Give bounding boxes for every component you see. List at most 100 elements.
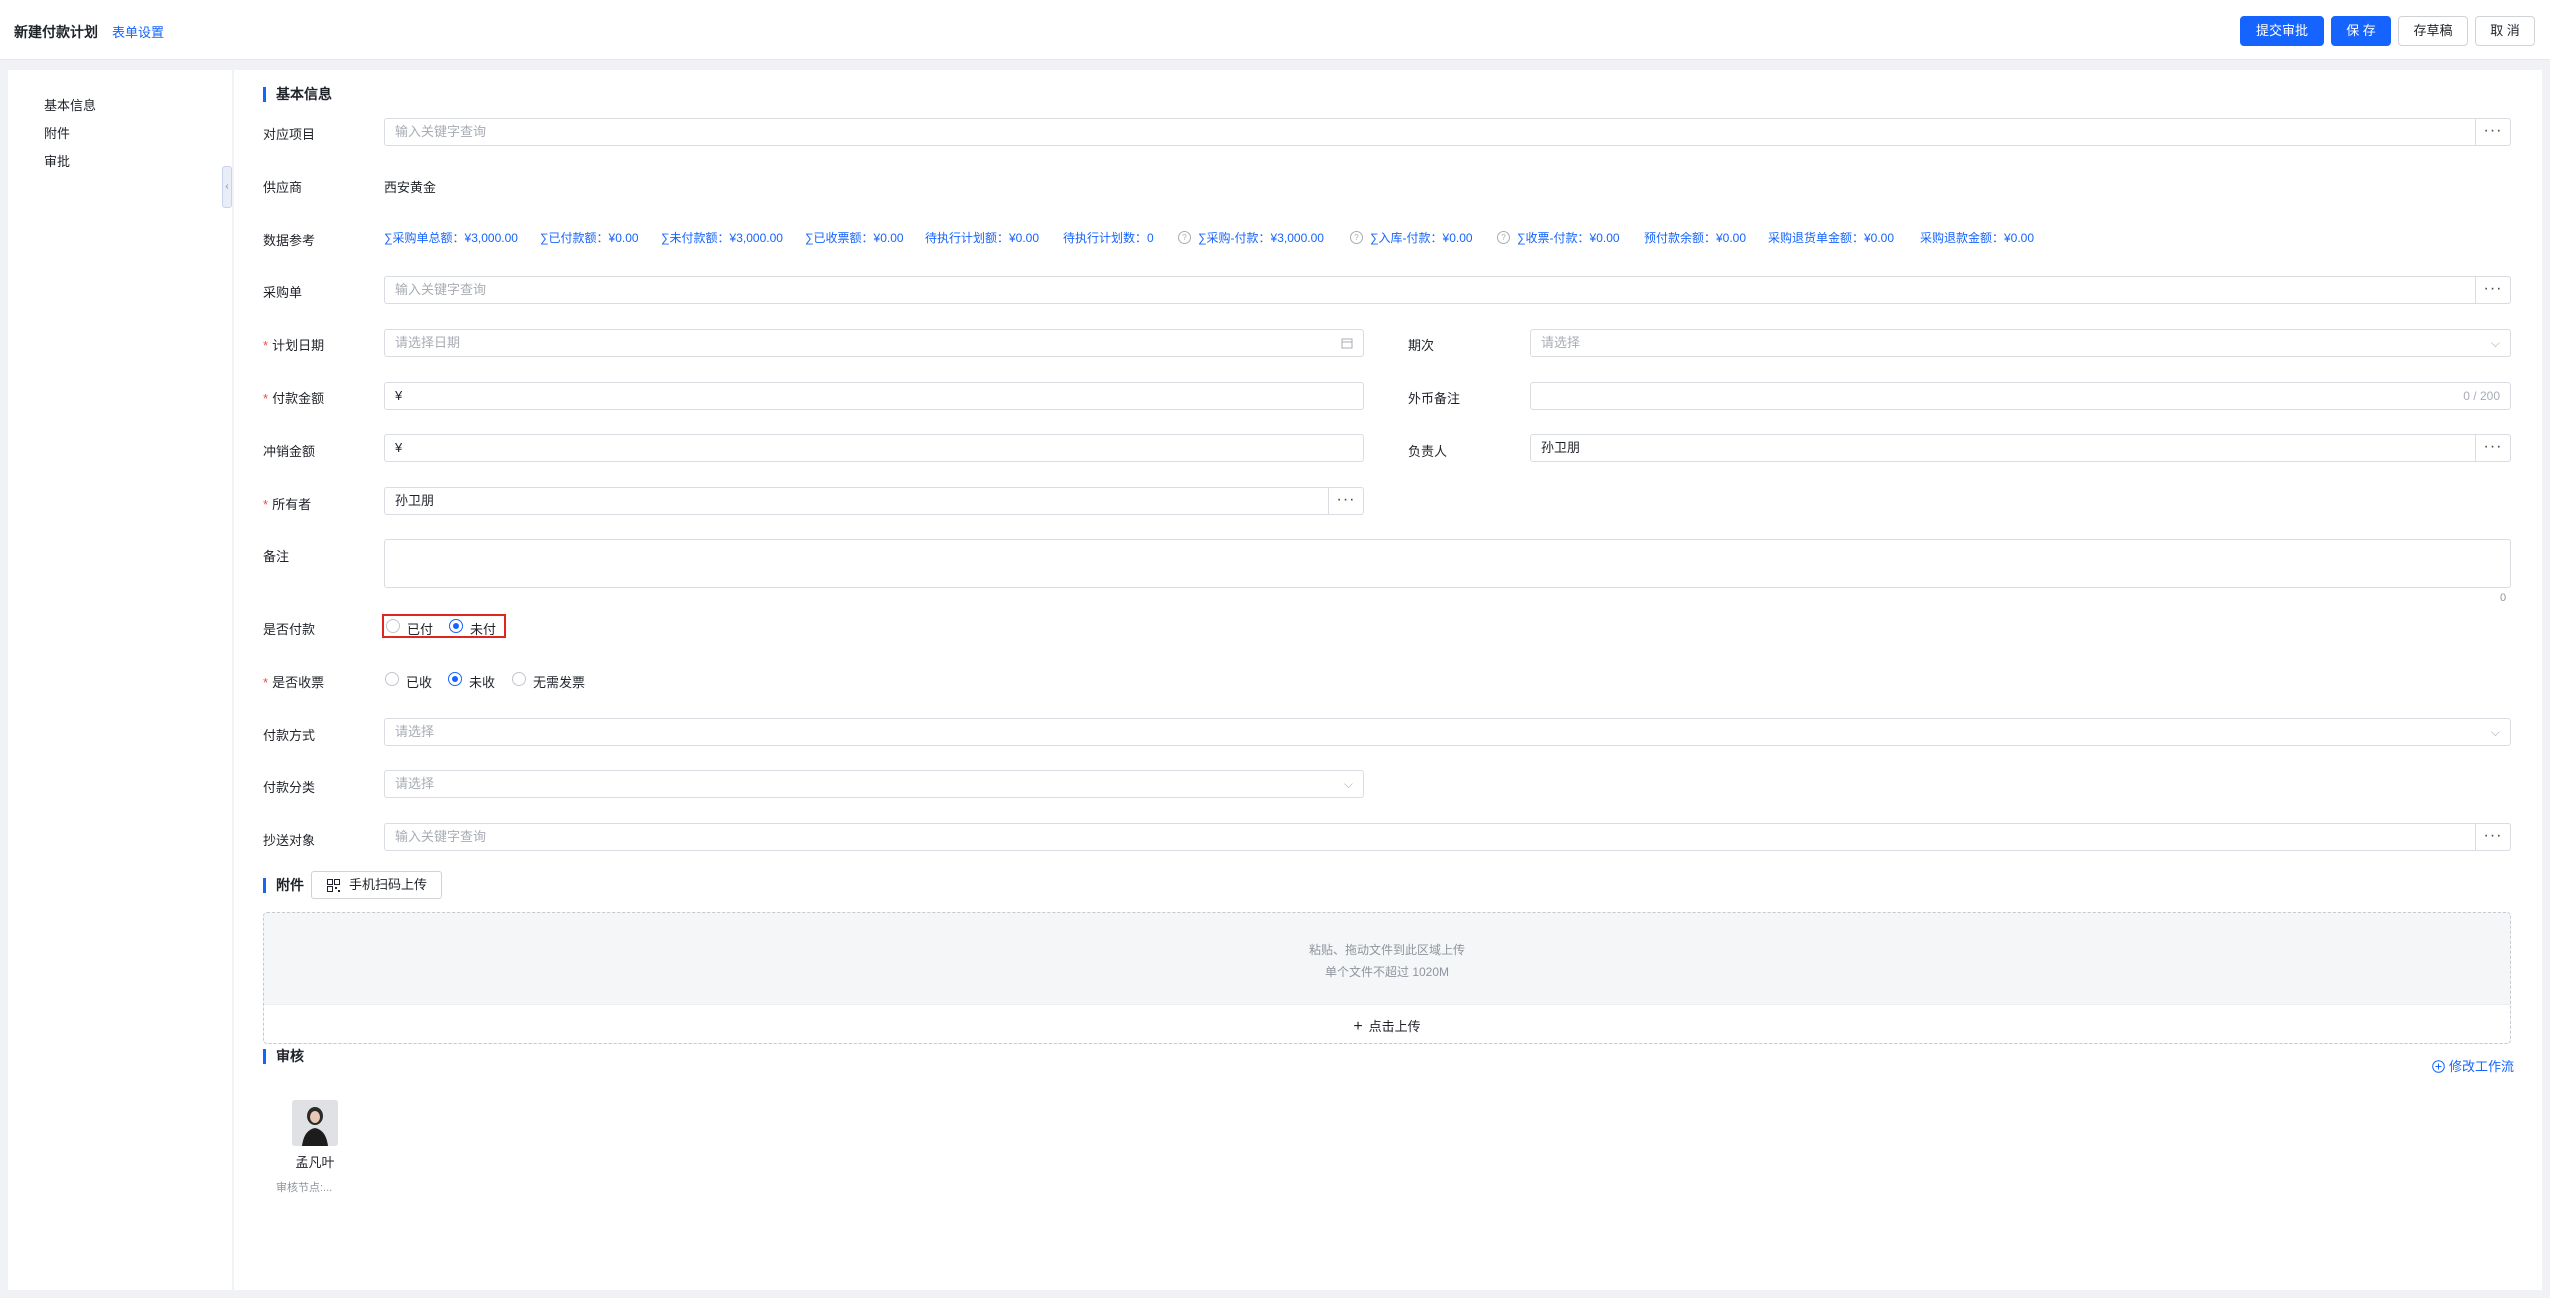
required-asterisk: * [263,675,269,690]
data-ref-item: 待执行计划额：¥0.00 [925,231,1040,245]
currency-prefix: ¥ [395,440,403,455]
top-bar: 新建付款计划 表单设置 提交审批 保 存 存草稿 取 消 [0,0,2550,60]
required-asterisk: * [263,391,269,406]
remark-label: 备注 [263,549,290,564]
page-title: 新建付款计划 [14,24,98,40]
chevron-down-icon: ⌵ [2490,336,2500,350]
pay-amount-label-text: 付款金额 [272,391,325,406]
plus-icon: + [1353,1018,1363,1035]
help-icon[interactable]: ? [1497,231,1510,244]
cc-input[interactable]: 输入关键字查询 ··· [384,823,2511,851]
purchase-order-input[interactable]: 输入关键字查询 ··· [384,276,2511,304]
form-settings-link[interactable]: 表单设置 [112,22,164,41]
manager-value: 孙卫朋 [1541,440,1581,455]
is-invoiced-label-text: 是否收票 [272,675,325,690]
radio-invoice-received[interactable] [385,672,399,686]
purchase-order-more-button[interactable]: ··· [2475,276,2511,304]
help-icon[interactable]: ? [1178,231,1191,244]
sidebar-item-approval[interactable]: 审批 [44,151,70,170]
radio-unpaid[interactable] [449,619,463,633]
fx-note-counter: 0 / 200 [2463,389,2500,403]
project-input[interactable]: 输入关键字查询 ··· [384,118,2511,146]
cc-more-button[interactable]: ··· [2475,823,2511,851]
radio-paid[interactable] [386,619,400,633]
data-ref-item: 待执行计划数：0 [1063,231,1154,245]
cc-label: 抄送对象 [263,833,316,848]
owner-value: 孙卫朋 [395,493,435,508]
purchase-order-placeholder: 输入关键字查询 [395,282,487,297]
radio-unpaid-label[interactable]: 未付 [470,619,496,638]
data-ref-item: 预付款余额：¥0.00 [1644,231,1747,245]
click-upload-bar[interactable]: + 点击上传 [264,1004,2510,1043]
period-select[interactable]: 请选择 ⌵ [1530,329,2511,357]
more-dots-icon: ··· [2483,122,2503,139]
pay-amount-input[interactable]: ¥ [384,382,1364,410]
owner-input[interactable]: 孙卫朋 ··· [384,487,1364,515]
submit-approval-button[interactable]: 提交审批 [2240,16,2324,46]
period-placeholder: 请选择 [1541,335,1581,350]
remark-textarea[interactable] [384,539,2511,588]
period-label: 期次 [1408,338,1435,353]
person-silhouette-icon [292,1100,338,1146]
more-dots-icon: ··· [1336,491,1356,508]
fx-note-input[interactable]: 0 / 200 [1530,382,2511,410]
help-icon[interactable]: ? [1350,231,1363,244]
more-dots-icon: ··· [2483,438,2503,455]
currency-prefix: ¥ [395,388,403,403]
chevron-down-icon: ⌵ [2490,725,2500,739]
manager-input[interactable]: 孙卫朋 ··· [1530,434,2511,462]
manager-more-button[interactable]: ··· [2475,434,2511,462]
data-ref-label: 数据参考 [263,233,316,248]
owner-label: * 所有者 [263,494,311,513]
click-upload-button[interactable]: + 点击上传 [264,1016,2510,1036]
data-ref-item: 采购退货单金额：¥0.00 [1768,231,1895,245]
approver-name: 孟凡叶 [295,1155,335,1170]
project-more-button[interactable]: ··· [2475,118,2511,146]
pay-method-select[interactable]: 请选择 ⌵ [384,718,2511,746]
more-dots-icon: ··· [2483,280,2503,297]
sidebar-item-attachment[interactable]: 附件 [44,123,70,142]
remark-counter: 0 [2500,592,2507,604]
radio-invoice-not-received[interactable] [448,672,462,686]
scan-upload-button[interactable]: 手机扫码上传 [311,871,442,899]
data-ref-item: ∑已收票额：¥0.00 [805,231,904,245]
scan-upload-label: 手机扫码上传 [349,877,428,892]
supplier-value: 西安黄金 [384,180,437,195]
modify-workflow-label: 修改工作流 [2449,1059,2515,1074]
sidebar-item-basic-info[interactable]: 基本信息 [44,95,96,114]
radio-no-invoice[interactable] [512,672,526,686]
purchase-order-label: 采购单 [263,285,303,300]
section-title-basic-info: 基本信息 [263,87,332,102]
calendar-icon [1341,330,1353,358]
owner-label-text: 所有者 [272,497,312,512]
plus-circle-icon [2432,1060,2445,1073]
radio-no-invoice-label[interactable]: 无需发票 [533,672,585,691]
sidebar-collapse-handle[interactable]: ‹ [222,166,232,208]
plan-date-placeholder: 请选择日期 [395,335,461,350]
data-ref-item: 采购退款金额：¥0.00 [1920,231,2035,245]
owner-more-button[interactable]: ··· [1328,487,1364,515]
drop-hint: 粘贴、拖动文件到此区域上传 [1308,943,1465,957]
size-limit-hint: 单个文件不超过 1020M [1324,965,1450,979]
fx-note-label: 外币备注 [1408,391,1461,406]
data-ref-item: ∑收票-付款：¥0.00 [1517,231,1620,245]
offset-amount-input[interactable]: ¥ [384,434,1364,462]
save-draft-button[interactable]: 存草稿 [2398,16,2468,46]
modify-workflow-link[interactable]: 修改工作流 [2432,1056,2514,1075]
radio-paid-label[interactable]: 已付 [407,619,433,638]
save-button[interactable]: 保 存 [2331,16,2391,46]
file-drop-zone[interactable]: 粘贴、拖动文件到此区域上传 单个文件不超过 1020M + 点击上传 [263,912,2511,1044]
is-invoiced-label: * 是否收票 [263,672,324,691]
plan-date-label: * 计划日期 [263,335,324,354]
section-title-approval: 审核 [263,1049,304,1064]
radio-invoice-received-label[interactable]: 已收 [406,672,432,691]
chevron-left-icon: ‹ [225,181,229,192]
radio-invoice-not-received-label[interactable]: 未收 [469,672,495,691]
pay-category-select[interactable]: 请选择 ⌵ [384,770,1364,798]
data-ref-item: ∑未付款额：¥3,000.00 [661,231,783,245]
data-ref-item: ∑已付款额：¥0.00 [540,231,639,245]
approver-node: 审核节点:... [276,1182,333,1194]
plan-date-input[interactable]: 请选择日期 [384,329,1364,357]
cancel-button[interactable]: 取 消 [2475,16,2535,46]
pay-category-label: 付款分类 [263,780,316,795]
